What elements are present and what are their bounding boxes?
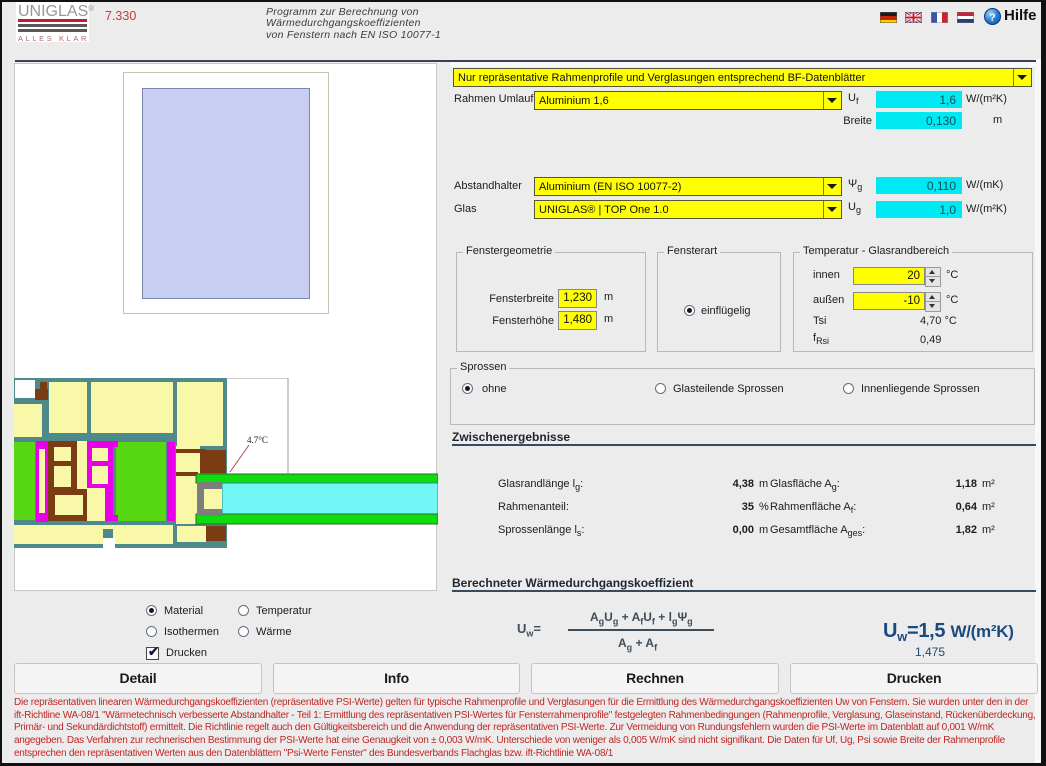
- svg-text:?: ?: [989, 12, 996, 24]
